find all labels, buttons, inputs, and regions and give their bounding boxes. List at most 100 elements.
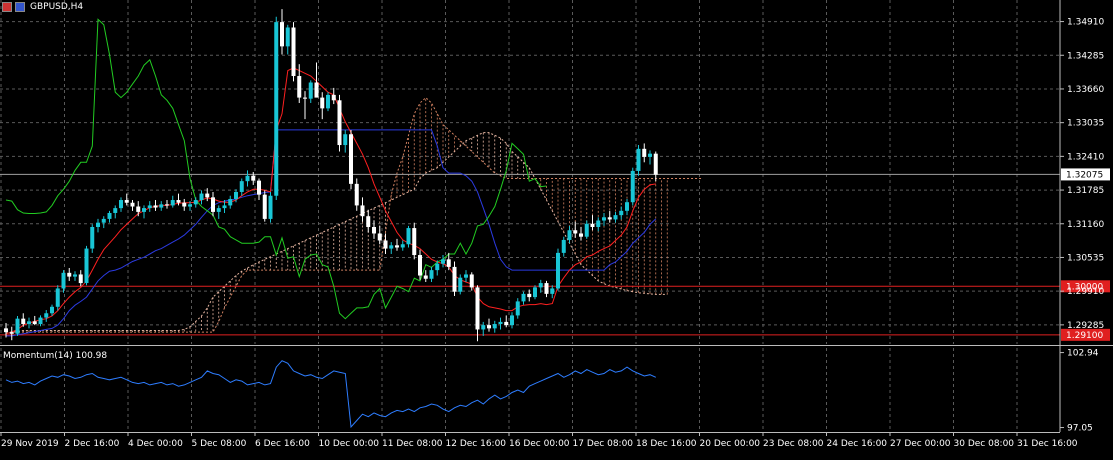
candle-body <box>228 198 233 206</box>
candle-body <box>314 82 319 98</box>
candle-body <box>481 325 486 330</box>
candle-body <box>602 217 606 221</box>
candle-body <box>515 301 520 316</box>
candle-body <box>648 153 652 157</box>
candle-body <box>32 321 37 325</box>
price-tick-label: 1.31785 <box>1067 186 1104 196</box>
candle-body <box>124 200 129 203</box>
candle-body <box>61 272 66 289</box>
candle-body <box>596 220 601 227</box>
candle-body <box>199 193 204 201</box>
candle-body <box>423 275 428 279</box>
candle-body <box>538 283 543 288</box>
candle-body <box>418 255 422 276</box>
candle-body <box>50 306 54 314</box>
time-tick-label: 30 Dec 08:00 <box>954 439 1015 449</box>
candle-body <box>55 288 60 307</box>
price-tick-label: 1.29285 <box>1067 321 1104 331</box>
candle-body <box>268 195 273 219</box>
chart-window[interactable]: 1.30000 1.29100 1.32075 1.34910 1.34285 1.33… <box>0 0 1113 457</box>
time-tick-label: 23 Dec 08:00 <box>763 439 824 449</box>
candle-body <box>239 181 244 192</box>
candle-body <box>257 180 261 195</box>
candle-body <box>389 245 394 249</box>
axes: 1.34910 1.34285 1.33660 1.33035 1.32410 1.317… <box>0 0 1113 449</box>
candle-body <box>607 217 612 220</box>
symbol-header: GBPUSD,H4 <box>2 2 83 12</box>
candle-body <box>441 259 445 264</box>
current-price-label: 1.32075 <box>1066 170 1103 180</box>
candle-body <box>383 240 388 249</box>
chart-flag-icon <box>15 2 25 12</box>
candle-body <box>429 270 434 279</box>
candle-body <box>584 223 589 237</box>
chart-canvas[interactable]: 1.300001.291001.32075 1.349101.342851.33… <box>0 0 1113 457</box>
candle-body <box>464 274 468 278</box>
time-tick-label: 2 Dec 16:00 <box>65 439 120 449</box>
candle-body <box>44 313 49 318</box>
candle-body <box>113 208 118 213</box>
candle-body <box>73 274 77 277</box>
horizontal-levels: 1.300001.291001.32075 <box>0 168 1110 341</box>
candle-body <box>303 97 307 99</box>
candle-body <box>245 175 250 182</box>
price-tick-label: 1.33035 <box>1067 119 1104 129</box>
time-tick-label: 18 Dec 16:00 <box>636 439 697 449</box>
candle-body <box>142 208 146 212</box>
candle-body <box>337 100 342 146</box>
price-tick-label: 1.33660 <box>1067 85 1104 95</box>
candle-body <box>182 202 187 207</box>
candle-body <box>510 315 514 326</box>
candle-body <box>170 200 175 206</box>
momentum-panel <box>5 360 657 429</box>
candle-body <box>165 204 169 206</box>
candle-body <box>395 245 399 248</box>
candle-body <box>280 22 284 47</box>
time-tick-label: 6 Dec 16:00 <box>255 439 310 449</box>
candle-body <box>435 263 440 271</box>
candle-body <box>487 325 491 329</box>
candle-body <box>27 321 31 325</box>
candle-body <box>308 82 313 99</box>
candle-body <box>96 222 100 227</box>
candle-body <box>579 233 583 237</box>
candle-body <box>544 283 549 294</box>
candle-body <box>446 259 451 267</box>
time-tick-label: 17 Dec 08:00 <box>573 439 634 449</box>
candle-body <box>550 288 555 294</box>
candle-body <box>90 226 95 249</box>
candle-body <box>406 228 411 245</box>
time-tick-label: 11 Dec 08:00 <box>382 439 443 449</box>
candle-body <box>211 197 215 212</box>
candle-body <box>653 153 658 175</box>
candle-body <box>285 27 290 47</box>
candle-body <box>274 22 279 196</box>
candle-body <box>412 228 417 256</box>
price-tick-label: 1.32410 <box>1067 152 1104 162</box>
price-tick-label: 1.34910 <box>1067 18 1104 28</box>
candle-body <box>222 205 227 209</box>
candle-body <box>136 206 141 212</box>
candle-body <box>326 94 330 109</box>
time-tick-label: 4 Dec 00:00 <box>128 439 183 449</box>
momentum-label: Momentum(14) 100.98 <box>3 351 108 361</box>
candle-body <box>556 252 560 289</box>
candle-body <box>377 233 382 241</box>
momentum-tick-label: 102.94 <box>1067 349 1099 359</box>
chart-flag-icon <box>2 2 12 12</box>
candle-body <box>4 328 8 333</box>
time-tick-label: 10 Dec 00:00 <box>319 439 380 449</box>
candle-body <box>176 200 181 203</box>
candle-body <box>533 287 537 298</box>
candle-body <box>205 193 210 198</box>
candle-body <box>38 317 43 325</box>
candle-body <box>452 266 457 292</box>
momentum-tick-label: 97.05 <box>1067 424 1093 434</box>
candle-body <box>400 244 405 248</box>
candle-body <box>159 204 164 208</box>
candle-body <box>619 210 624 216</box>
candle-body <box>642 148 647 157</box>
candle-body <box>366 216 371 227</box>
candle-body <box>527 293 532 298</box>
candle-body <box>498 321 503 325</box>
